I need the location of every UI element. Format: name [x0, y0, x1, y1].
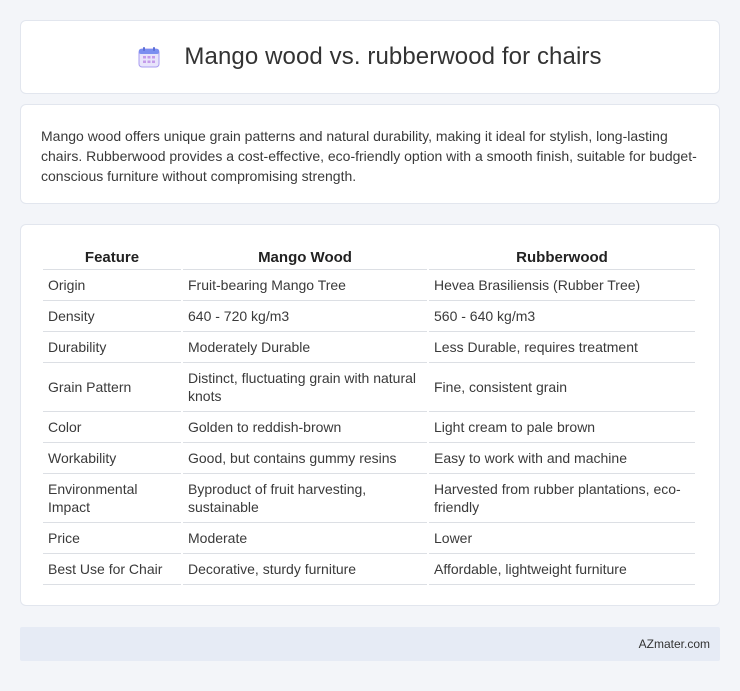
table-row: Color Golden to reddish-brown Light crea…	[43, 412, 695, 443]
table-row: Best Use for Chair Decorative, sturdy fu…	[43, 554, 695, 585]
summary-card: Mango wood offers unique grain patterns …	[20, 104, 720, 204]
footer-brand: AZmater.com	[638, 637, 710, 651]
table-header-row: Feature Mango Wood Rubberwood	[43, 247, 695, 270]
table-row: Workability Good, but contains gummy res…	[43, 443, 695, 474]
feature-cell: Density	[43, 301, 181, 332]
feature-cell: Best Use for Chair	[43, 554, 181, 585]
rubberwood-cell: Easy to work with and machine	[429, 443, 695, 474]
feature-cell: Origin	[43, 270, 181, 301]
rubberwood-cell: Harvested from rubber plantations, eco-f…	[429, 474, 695, 523]
feature-cell: Color	[43, 412, 181, 443]
mango-wood-cell: Golden to reddish-brown	[183, 412, 427, 443]
table-row: Price Moderate Lower	[43, 523, 695, 554]
rubberwood-cell: 560 - 640 kg/m3	[429, 301, 695, 332]
mango-wood-cell: Distinct, fluctuating grain with natural…	[183, 363, 427, 412]
column-header-mango-wood: Mango Wood	[183, 247, 427, 270]
feature-cell: Workability	[43, 443, 181, 474]
comparison-table-card: Feature Mango Wood Rubberwood Origin Fru…	[20, 224, 720, 606]
mango-wood-cell: Moderate	[183, 523, 427, 554]
footer-bar: AZmater.com	[20, 627, 720, 661]
feature-cell: Durability	[43, 332, 181, 363]
rubberwood-cell: Affordable, lightweight furniture	[429, 554, 695, 585]
table-row: Density 640 - 720 kg/m3 560 - 640 kg/m3	[43, 301, 695, 332]
rubberwood-cell: Hevea Brasiliensis (Rubber Tree)	[429, 270, 695, 301]
rubberwood-cell: Light cream to pale brown	[429, 412, 695, 443]
feature-cell: Grain Pattern	[43, 363, 181, 412]
mango-wood-cell: Byproduct of fruit harvesting, sustainab…	[183, 474, 427, 523]
mango-wood-cell: Good, but contains gummy resins	[183, 443, 427, 474]
table-row: Origin Fruit-bearing Mango Tree Hevea Br…	[43, 270, 695, 301]
title-card: Mango wood vs. rubberwood for chairs	[20, 20, 720, 94]
rubberwood-cell: Lower	[429, 523, 695, 554]
rubberwood-cell: Less Durable, requires treatment	[429, 332, 695, 363]
calendar-icon	[138, 46, 160, 68]
table-row: Environmental Impact Byproduct of fruit …	[43, 474, 695, 523]
table-row: Grain Pattern Distinct, fluctuating grai…	[43, 363, 695, 412]
feature-cell: Price	[43, 523, 181, 554]
mango-wood-cell: Decorative, sturdy furniture	[183, 554, 427, 585]
rubberwood-cell: Fine, consistent grain	[429, 363, 695, 412]
feature-cell: Environmental Impact	[43, 474, 181, 523]
mango-wood-cell: Fruit-bearing Mango Tree	[183, 270, 427, 301]
column-header-rubberwood: Rubberwood	[429, 247, 695, 270]
page-title: Mango wood vs. rubberwood for chairs	[184, 43, 602, 70]
summary-text: Mango wood offers unique grain patterns …	[41, 128, 697, 184]
mango-wood-cell: Moderately Durable	[183, 332, 427, 363]
column-header-feature: Feature	[43, 247, 181, 270]
mango-wood-cell: 640 - 720 kg/m3	[183, 301, 427, 332]
table-row: Durability Moderately Durable Less Durab…	[43, 332, 695, 363]
comparison-table: Feature Mango Wood Rubberwood Origin Fru…	[41, 247, 697, 585]
